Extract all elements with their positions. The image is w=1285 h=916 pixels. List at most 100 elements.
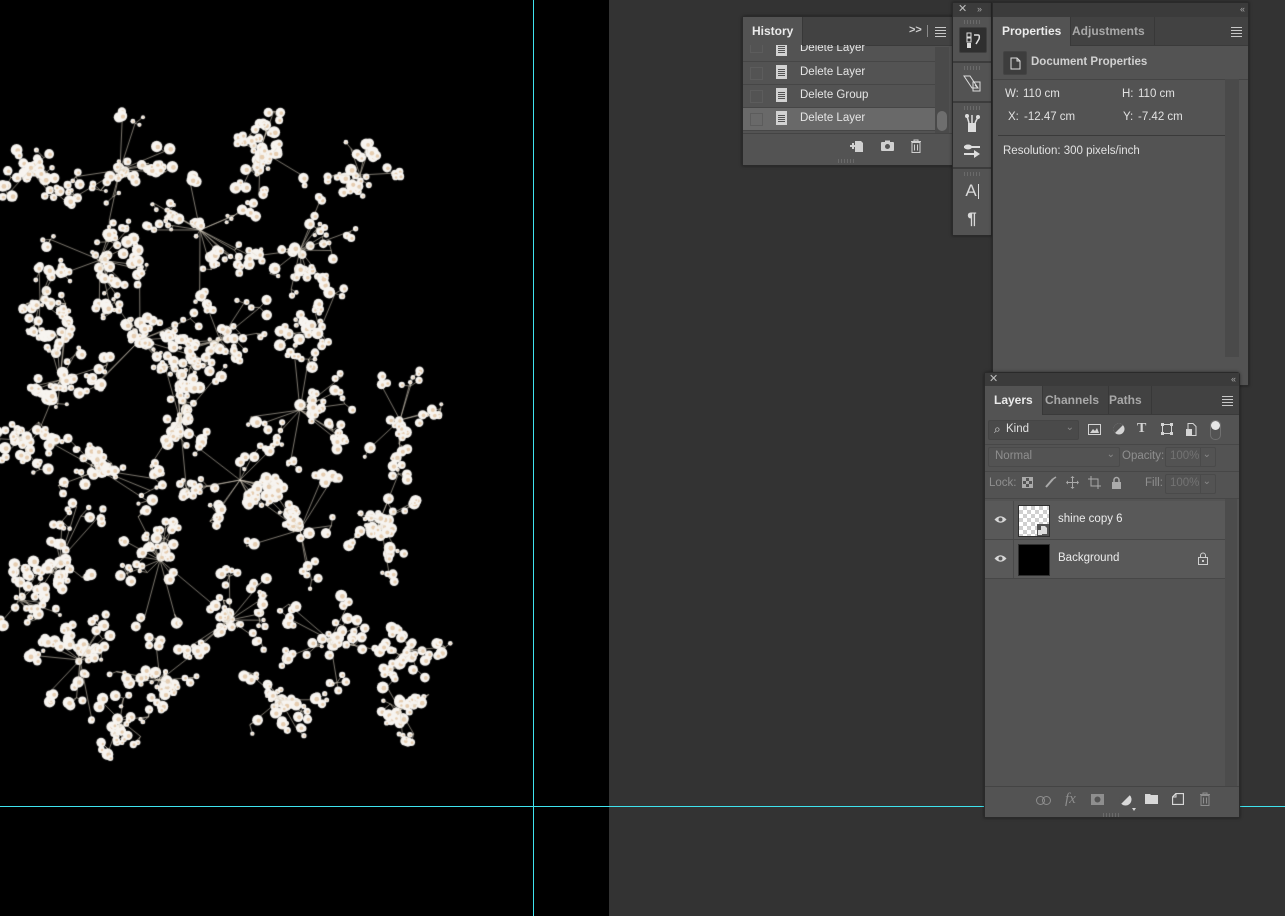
blend-mode-dropdown[interactable]: Normal ⌄ bbox=[988, 447, 1120, 467]
delete-layer-icon[interactable] bbox=[1199, 792, 1211, 806]
history-scrollbar[interactable] bbox=[935, 47, 949, 133]
lock-label: Lock: bbox=[989, 477, 1017, 489]
group-grip[interactable] bbox=[964, 20, 980, 24]
filter-pixel-icon[interactable] bbox=[1088, 424, 1101, 435]
close-icon[interactable]: ✕ bbox=[989, 374, 998, 385]
history-item[interactable]: Delete Layer bbox=[743, 62, 935, 85]
new-group-icon[interactable] bbox=[1145, 793, 1158, 804]
tab-layers[interactable]: Layers bbox=[985, 386, 1043, 415]
visibility-eye-icon[interactable] bbox=[994, 554, 1007, 563]
camera-snapshot-icon[interactable] bbox=[880, 140, 895, 152]
document-state-icon bbox=[776, 111, 787, 125]
type-group: A ¶ bbox=[953, 169, 991, 235]
resize-grip[interactable] bbox=[838, 159, 856, 163]
x-value[interactable]: -12.47 cm bbox=[1024, 111, 1075, 123]
tab-properties[interactable]: Properties bbox=[993, 17, 1072, 46]
link-layers-icon[interactable] bbox=[1036, 796, 1051, 805]
fill-field[interactable]: 100% ⌄ bbox=[1165, 474, 1216, 494]
filter-kind-dropdown[interactable]: ⌕ Kind ⌄ bbox=[988, 420, 1079, 440]
filter-type-icon[interactable]: T bbox=[1137, 421, 1146, 437]
divider bbox=[1013, 540, 1014, 578]
layer-name[interactable]: shine copy 6 bbox=[1058, 513, 1123, 525]
lock-image-pixels-icon[interactable] bbox=[1044, 476, 1057, 489]
resize-grip[interactable] bbox=[1103, 813, 1121, 817]
lock-all-icon[interactable] bbox=[1111, 476, 1122, 489]
character-glyph: A bbox=[965, 181, 977, 200]
document-canvas[interactable] bbox=[0, 0, 609, 916]
history-item[interactable]: Delete Layer bbox=[743, 45, 935, 62]
collapse-icon[interactable]: ‹‹ bbox=[1231, 374, 1236, 384]
history-item[interactable]: Delete Group bbox=[743, 85, 935, 108]
tab-paths[interactable]: Paths bbox=[1100, 386, 1152, 414]
chevron-down-icon: ⌄ bbox=[1202, 449, 1211, 460]
chevron-down-icon: ⌄ bbox=[1065, 422, 1074, 433]
trash-icon[interactable] bbox=[910, 139, 922, 153]
expand-panels-icon[interactable]: >> bbox=[909, 24, 922, 36]
filter-smart-object-icon[interactable] bbox=[1186, 423, 1197, 436]
expand-icon[interactable]: ›› bbox=[977, 4, 982, 14]
divider bbox=[927, 25, 928, 37]
3d-group bbox=[953, 63, 991, 103]
y-label: Y: bbox=[1123, 111, 1134, 123]
layers-scrollbar[interactable] bbox=[1225, 499, 1237, 786]
group-grip[interactable] bbox=[964, 172, 980, 176]
history-footer bbox=[743, 133, 953, 158]
properties-tabbar: Properties Adjustments bbox=[993, 17, 1248, 46]
width-value[interactable]: 110 cm bbox=[1023, 88, 1060, 100]
strip-topbar: ✕ ›› bbox=[953, 3, 991, 17]
history-item-label: Delete Layer bbox=[800, 45, 866, 54]
chevron-down-icon: ⌄ bbox=[1202, 476, 1211, 487]
layer-row[interactable]: shine copy 6 bbox=[985, 501, 1225, 540]
scrollbar-thumb[interactable] bbox=[937, 111, 947, 131]
new-document-from-state-icon[interactable] bbox=[849, 140, 864, 152]
tab-history[interactable]: History bbox=[743, 17, 804, 46]
divider bbox=[1200, 475, 1201, 493]
brush-settings-icon[interactable] bbox=[959, 139, 985, 163]
snapshot-source-checkbox[interactable] bbox=[750, 113, 763, 126]
group-grip[interactable] bbox=[964, 66, 980, 70]
new-layer-icon[interactable] bbox=[1172, 793, 1184, 805]
character-icon[interactable]: A bbox=[959, 179, 985, 203]
fx-icon[interactable]: fx bbox=[1065, 791, 1076, 808]
lock-transparent-pixels-icon[interactable] bbox=[1022, 477, 1033, 488]
panel-menu-icon[interactable] bbox=[1231, 27, 1242, 37]
history-item-label: Delete Layer bbox=[800, 112, 866, 124]
divider bbox=[985, 444, 1239, 445]
adjustment-layer-icon[interactable] bbox=[1119, 793, 1132, 806]
opacity-label: Opacity: bbox=[1122, 450, 1165, 462]
document-icon bbox=[1003, 51, 1027, 75]
opacity-field[interactable]: 100% ⌄ bbox=[1165, 447, 1216, 467]
tab-channels[interactable]: Channels bbox=[1036, 386, 1110, 414]
panel-menu-icon[interactable] bbox=[1222, 396, 1233, 406]
lock-position-icon[interactable] bbox=[1066, 476, 1079, 489]
close-icon[interactable]: ✕ bbox=[958, 4, 967, 15]
layer-name[interactable]: Background bbox=[1058, 552, 1119, 564]
add-mask-icon[interactable] bbox=[1091, 794, 1104, 805]
smart-object-badge-icon bbox=[1037, 524, 1049, 536]
filter-shape-icon[interactable] bbox=[1161, 423, 1173, 435]
snapshot-source-checkbox[interactable] bbox=[750, 67, 763, 80]
dropdown-arrow bbox=[1132, 808, 1136, 811]
history-icon[interactable] bbox=[959, 27, 987, 53]
document-state-icon bbox=[776, 88, 787, 102]
lock-artboard-icon[interactable] bbox=[1088, 476, 1101, 489]
visibility-eye-icon[interactable] bbox=[994, 515, 1007, 524]
collapse-icon[interactable]: ‹‹ bbox=[1240, 4, 1245, 14]
panel-menu-icon[interactable] bbox=[935, 27, 946, 37]
group-grip[interactable] bbox=[964, 106, 980, 110]
layer-row[interactable]: Background bbox=[985, 540, 1225, 579]
panel-topbar: ‹‹ bbox=[993, 3, 1248, 17]
properties-scrollbar[interactable] bbox=[1225, 79, 1239, 357]
history-item-selected[interactable]: Delete Layer bbox=[743, 108, 935, 131]
height-value[interactable]: 110 cm bbox=[1138, 88, 1175, 100]
filter-adjustment-icon[interactable] bbox=[1113, 423, 1125, 435]
brushes-icon[interactable] bbox=[959, 111, 985, 135]
y-value[interactable]: -7.42 cm bbox=[1138, 111, 1183, 123]
tab-adjustments[interactable]: Adjustments bbox=[1063, 17, 1155, 45]
paragraph-icon[interactable]: ¶ bbox=[959, 207, 985, 231]
snapshot-source-checkbox[interactable] bbox=[750, 90, 763, 103]
vertical-guide[interactable] bbox=[533, 0, 534, 916]
snapshot-source-checkbox[interactable] bbox=[750, 45, 763, 53]
filter-toggle-switch[interactable] bbox=[1210, 420, 1221, 440]
3d-transform-icon[interactable] bbox=[959, 71, 985, 95]
